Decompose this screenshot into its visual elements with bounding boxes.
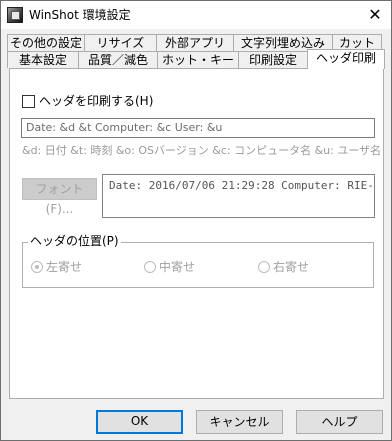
print-header-checkbox[interactable] (22, 95, 35, 108)
tab-header-print[interactable]: ヘッダ印刷 (307, 49, 385, 69)
winshot-app-icon (7, 7, 23, 23)
window-title: WinShot 環境設定 (29, 8, 131, 22)
font-button[interactable]: フォント(F)... (22, 178, 97, 216)
radio-align-right[interactable] (258, 261, 270, 273)
print-header-label[interactable]: ヘッダを印刷する(H) (39, 93, 153, 109)
settings-window: WinShot 環境設定 ✕ その他の設定 リサイズ 外部アプリ 文字列埋め込み… (0, 0, 392, 441)
format-hint-text: &d: 日付 &t: 時刻 &o: OSバージョン &c: コンピュータ名 &u… (22, 144, 382, 157)
tab-resize[interactable]: リサイズ (84, 34, 157, 51)
header-preview: Date: 2016/07/06 21:29:28 Computer: RIE-… (102, 174, 375, 218)
tab-basic-settings[interactable]: 基本設定 (7, 51, 79, 68)
radio-align-center[interactable] (144, 261, 156, 273)
header-format-input[interactable]: Date: &d &t Computer: &c User: &u (21, 118, 375, 138)
radio-align-right-label[interactable]: 右寄せ (273, 260, 309, 274)
help-button[interactable]: ヘルプ (296, 410, 383, 434)
header-print-panel: ヘッダを印刷する(H) Date: &d &t Computer: &c Use… (9, 68, 384, 399)
radio-align-center-label[interactable]: 中寄せ (159, 260, 195, 274)
title-bar[interactable]: WinShot 環境設定 ✕ (1, 1, 391, 29)
header-position-group-title: ヘッダの位置(P) (28, 234, 121, 248)
tab-quality[interactable]: 品質／減色 (78, 51, 158, 68)
radio-align-left-label[interactable]: 左寄せ (46, 260, 82, 274)
tab-external-app[interactable]: 外部アプリ (156, 34, 234, 51)
ok-button[interactable]: OK (96, 410, 183, 434)
close-button[interactable]: ✕ (365, 5, 385, 25)
tab-other-settings[interactable]: その他の設定 (7, 34, 85, 51)
radio-align-left[interactable] (31, 261, 43, 273)
tab-hotkey[interactable]: ホット・キー (157, 51, 239, 68)
cancel-button[interactable]: キャンセル (196, 410, 283, 434)
tab-print-settings[interactable]: 印刷設定 (238, 51, 308, 68)
